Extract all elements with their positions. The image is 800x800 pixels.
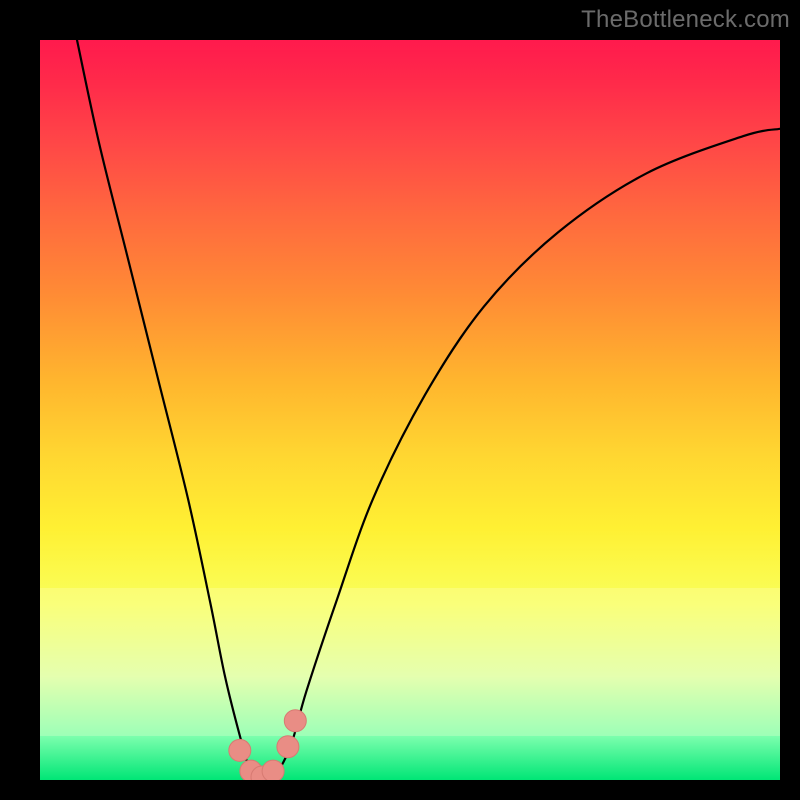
curve-marker [284,710,306,732]
chart-svg [40,40,780,780]
bottleneck-curve [77,40,780,780]
curve-marker [277,736,299,758]
watermark-text: TheBottleneck.com [581,6,790,34]
curve-marker [262,760,284,780]
plot-area [40,40,780,780]
curve-marker [229,739,251,761]
curve-markers [229,710,306,780]
outer-frame: TheBottleneck.com [0,0,800,800]
